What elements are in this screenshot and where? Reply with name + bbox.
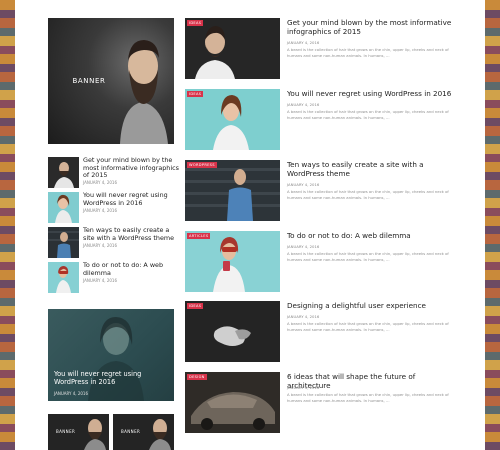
mini-banner-ad[interactable]: BANNER [113,414,174,450]
sidebar-post-date: JANUARY 4, 2016 [83,243,118,248]
post-image[interactable]: IDEAS [185,301,280,362]
post-item[interactable]: WORDPRESS Ten ways to easily create a si… [185,160,475,222]
post-image[interactable]: IDEAS [185,18,280,79]
post-thumbnail[interactable] [48,227,79,258]
post-thumbnail[interactable] [48,262,79,293]
post-title[interactable]: Get your mind blown by the most informat… [287,18,455,36]
category-tag[interactable]: DESIGN [187,374,207,380]
post-image[interactable]: IDEAS [185,89,280,150]
category-tag[interactable]: IDEAS [187,91,204,97]
post-title[interactable]: Ten ways to easily create a site with a … [287,160,455,178]
post-date: JANUARY 4, 2016 [287,40,320,45]
post-date: JANUARY 4, 2016 [287,182,320,187]
post-item[interactable]: IDEAS Get your mind blown by the most in… [185,18,475,80]
post-image[interactable]: WORDPRESS [185,160,280,221]
featured-post[interactable]: You will never regret using WordPress in… [48,309,174,401]
post-thumbnail[interactable] [48,192,79,223]
post-excerpt: A beard is the collection of hair that g… [287,189,449,200]
sidebar-post-title[interactable]: You will never regret using WordPress in… [83,191,179,207]
post-date: JANUARY 4, 2016 [287,314,320,319]
sidebar-post-date: JANUARY 4, 2016 [83,208,118,213]
post-excerpt: A beard is the collection of hair that g… [287,251,449,262]
banner-ad[interactable]: BANNER [48,18,174,144]
mini-banner-label: BANNER [56,429,76,434]
mini-banner-label: BANNER [121,429,141,434]
sidebar-post-title[interactable]: Ten ways to easily create a site with a … [83,226,179,242]
list-item[interactable]: Get your mind blown by the most informat… [48,156,179,192]
list-item[interactable]: You will never regret using WordPress in… [48,191,179,227]
featured-post-date: JANUARY 4, 2016 [54,391,89,396]
category-tag[interactable]: WORDPRESS [187,162,217,168]
post-excerpt: A beard is the collection of hair that g… [287,109,449,120]
post-item[interactable]: IDEAS Designing a delightful user experi… [185,301,475,363]
list-item[interactable]: Ten ways to easily create a site with a … [48,226,179,262]
post-date: JANUARY 4, 2016 [287,385,320,390]
banner-label: BANNER [72,77,106,85]
post-excerpt: A beard is the collection of hair that g… [287,47,449,58]
post-date: JANUARY 4, 2016 [287,102,320,107]
featured-post-title[interactable]: You will never regret using WordPress in… [54,370,164,386]
post-item[interactable]: IDEAS You will never regret using WordPr… [185,89,475,151]
bearded-man-photo [120,40,168,144]
mini-banner-ad[interactable]: BANNER [48,414,109,450]
woman-photo [88,317,144,401]
sidebar-post-list: Get your mind blown by the most informat… [48,156,179,297]
post-image[interactable]: ARTICLES [185,231,280,292]
post-excerpt: A beard is the collection of hair that g… [287,392,449,403]
post-excerpt: A beard is the collection of hair that g… [287,321,449,332]
sidebar-post-title[interactable]: To do or not to do: A web dilemma [83,261,179,277]
post-image[interactable]: DESIGN [185,372,280,433]
post-thumbnail[interactable] [48,157,79,188]
page: BANNER Get your mind blown by the most i… [15,0,485,450]
post-title[interactable]: You will never regret using WordPress in… [287,89,455,98]
post-date: JANUARY 4, 2016 [287,244,320,249]
list-item[interactable]: To do or not to do: A web dilemma JANUAR… [48,261,179,297]
sidebar-post-date: JANUARY 4, 2016 [83,278,118,283]
post-item[interactable]: DESIGN 6 ideas that will shape the futur… [185,372,475,434]
category-tag[interactable]: IDEAS [187,303,204,309]
post-title[interactable]: To do or not to do: A web dilemma [287,231,455,240]
post-item[interactable]: ARTICLES To do or not to do: A web dilem… [185,231,475,293]
sidebar-post-title[interactable]: Get your mind blown by the most informat… [83,156,179,180]
category-tag[interactable]: IDEAS [187,20,204,26]
post-title[interactable]: Designing a delightful user experience [287,301,455,310]
sidebar-post-date: JANUARY 4, 2016 [83,180,118,185]
category-tag[interactable]: ARTICLES [187,233,211,239]
